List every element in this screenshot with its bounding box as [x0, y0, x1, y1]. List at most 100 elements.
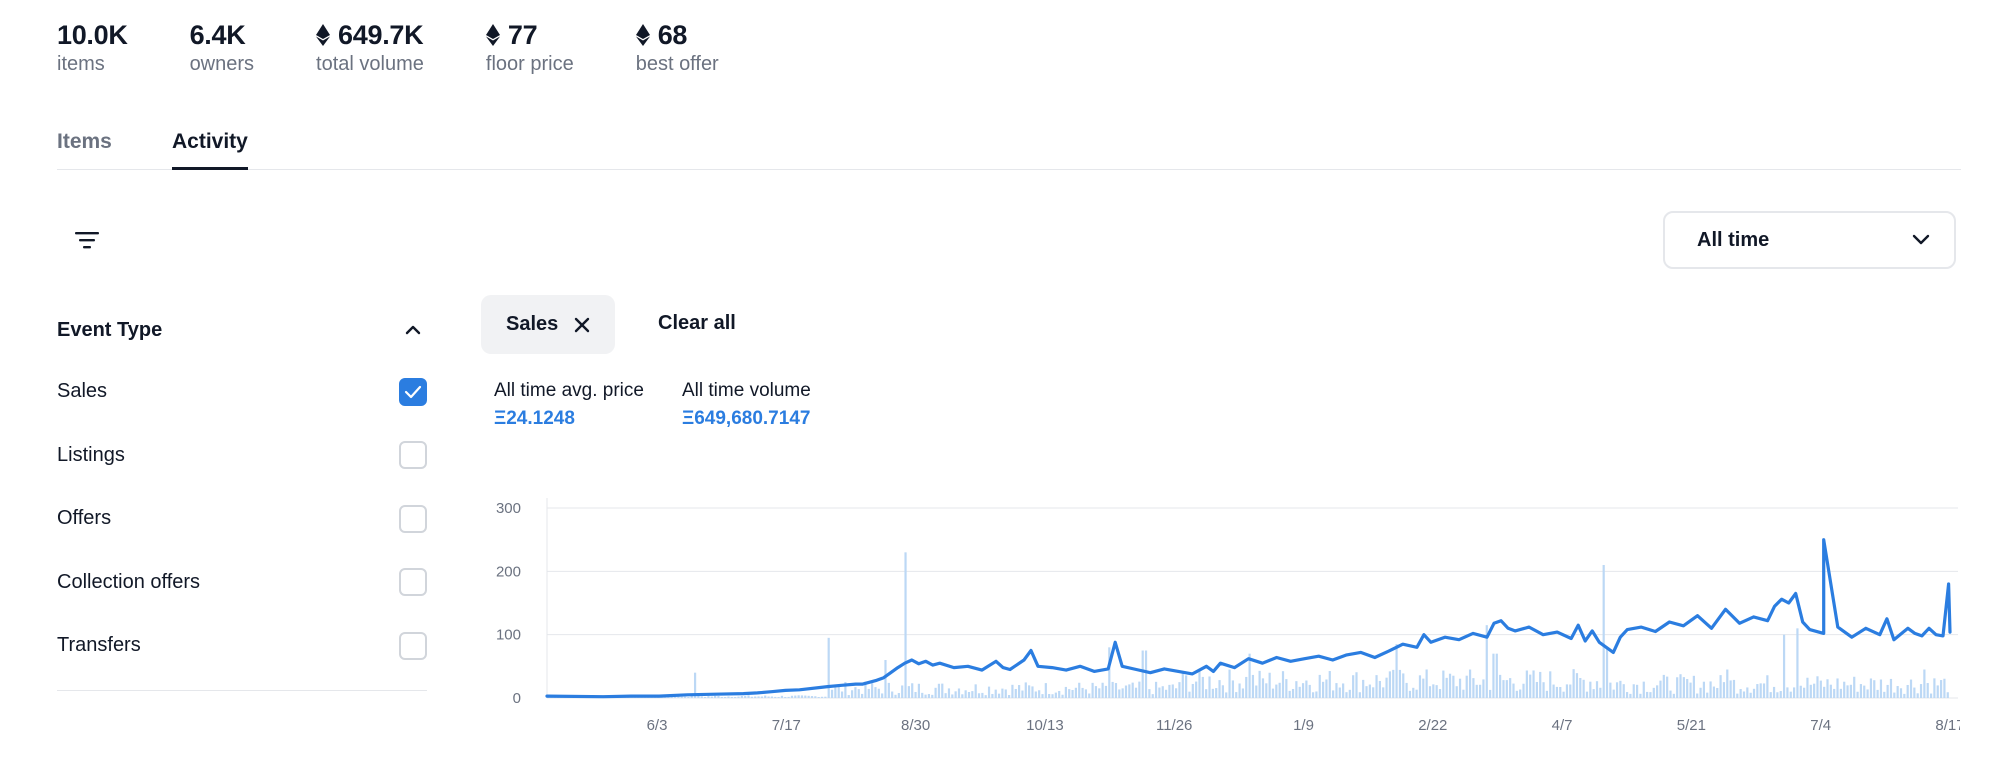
- volume-bar: [770, 696, 774, 698]
- x-tick-label: 5/21: [1677, 717, 1706, 734]
- volume-bar: [991, 693, 994, 698]
- volume-bar: [1111, 681, 1114, 698]
- volume-bar: [1081, 687, 1084, 698]
- active-filter-sales[interactable]: Sales: [481, 295, 615, 354]
- volume-bar: [1468, 669, 1472, 698]
- volume-bar: [750, 696, 753, 698]
- volume-bar: [1625, 692, 1629, 698]
- volume-bar: [1255, 685, 1258, 698]
- event-type-header[interactable]: Event Type: [57, 300, 427, 360]
- volume-bar: [1539, 671, 1542, 698]
- clear-all-button[interactable]: Clear all: [658, 312, 736, 335]
- volume-bar: [1709, 681, 1712, 698]
- y-tick-label: 0: [513, 690, 521, 707]
- volume-bar: [1585, 691, 1589, 698]
- volume-bar: [941, 683, 944, 698]
- x-tick-label: 8/30: [901, 717, 930, 734]
- volume-bar: [1428, 686, 1432, 698]
- volume-bar: [1782, 634, 1786, 698]
- offers-checkbox[interactable]: [399, 504, 427, 533]
- volume-bar: [1114, 683, 1118, 698]
- volume-bar: [1505, 680, 1508, 698]
- event-option-transfers[interactable]: Transfers: [57, 614, 427, 678]
- volume-bar: [1084, 689, 1088, 698]
- volume-bar: [1362, 679, 1365, 698]
- volume-bar: [1007, 695, 1011, 698]
- tab-activity[interactable]: Activity: [172, 128, 248, 170]
- event-option-collection-offers[interactable]: Collection offers: [57, 551, 427, 615]
- volume-bar: [1185, 675, 1188, 698]
- volume-bar: [774, 696, 777, 698]
- volume-bar: [937, 683, 941, 698]
- volume-bar: [1458, 678, 1462, 698]
- volume-bar: [760, 696, 763, 698]
- volume-bar: [954, 691, 957, 698]
- event-option-label: Sales: [57, 380, 108, 403]
- volume-bar: [1118, 689, 1121, 698]
- volume-bar: [727, 696, 730, 698]
- volume-bar: [1051, 694, 1054, 698]
- volume-bar: [1028, 685, 1031, 698]
- volume-bar: [1144, 650, 1148, 698]
- volume-bar: [1939, 680, 1943, 698]
- volume-bar: [840, 691, 844, 698]
- time-range-dropdown[interactable]: All time: [1663, 211, 1956, 269]
- stat-label: floor price: [485, 53, 574, 75]
- volume-bar: [790, 695, 794, 698]
- volume-bar: [1275, 684, 1278, 698]
- volume-bar: [747, 695, 750, 698]
- volume-bar: [1482, 679, 1485, 698]
- sales-checkbox[interactable]: [399, 377, 427, 406]
- volume-bar: [1833, 688, 1836, 698]
- volume-bar: [1211, 688, 1214, 698]
- x-tick-label: 4/7: [1552, 717, 1573, 734]
- event-option-label: Collection offers: [57, 570, 201, 593]
- volume-bar: [1729, 680, 1732, 698]
- event-option-listings[interactable]: Listings: [57, 424, 427, 488]
- volume-bar: [1692, 675, 1695, 698]
- event-option-sales[interactable]: Sales: [57, 360, 427, 424]
- volume-bar: [1215, 688, 1218, 698]
- volume-bar: [1462, 689, 1465, 698]
- volume-bar: [861, 693, 864, 698]
- volume-bar: [1635, 684, 1639, 698]
- volume-bar: [1512, 683, 1515, 698]
- volume-bar: [881, 693, 884, 698]
- volume-bar: [1876, 689, 1879, 698]
- event-type-filter: Event Type Sales Listings Offers Collect…: [57, 300, 427, 678]
- volume-bar: [1268, 672, 1271, 698]
- volume-bar: [1545, 690, 1549, 698]
- volume-bar: [1612, 689, 1615, 698]
- volume-bar: [1796, 628, 1799, 698]
- volume-bar: [1819, 680, 1822, 698]
- volume-bar: [987, 686, 991, 698]
- tab-items[interactable]: Items: [57, 128, 112, 170]
- volume-bar: [764, 695, 767, 698]
- event-option-offers[interactable]: Offers: [57, 487, 427, 551]
- volume-bar: [1258, 670, 1261, 698]
- volume-bar: [1425, 669, 1428, 698]
- transfers-checkbox[interactable]: [399, 631, 427, 660]
- volume-bar: [1395, 644, 1398, 698]
- volume-bar: [1806, 677, 1809, 698]
- volume-bar: [1789, 691, 1792, 698]
- volume-bar: [914, 692, 917, 698]
- volume-bar: [1091, 682, 1094, 698]
- listings-checkbox[interactable]: [399, 441, 427, 470]
- volume-bar: [857, 689, 860, 698]
- collection-offers-checkbox[interactable]: [399, 568, 427, 597]
- volume-bar: [1495, 653, 1498, 698]
- close-icon[interactable]: [574, 317, 590, 333]
- ethereum-icon: [316, 24, 331, 46]
- volume-bar: [1131, 682, 1134, 698]
- volume-bar: [1923, 669, 1926, 698]
- volume-bar: [1332, 690, 1335, 698]
- volume-bar: [1048, 694, 1051, 698]
- volume-bar: [871, 683, 874, 698]
- volume-bar: [1452, 675, 1455, 698]
- volume-bar: [737, 696, 740, 698]
- volume-bar: [1288, 690, 1291, 698]
- volume-bar: [710, 696, 713, 698]
- filter-icon[interactable]: [75, 230, 99, 250]
- volume-bar: [1158, 687, 1161, 698]
